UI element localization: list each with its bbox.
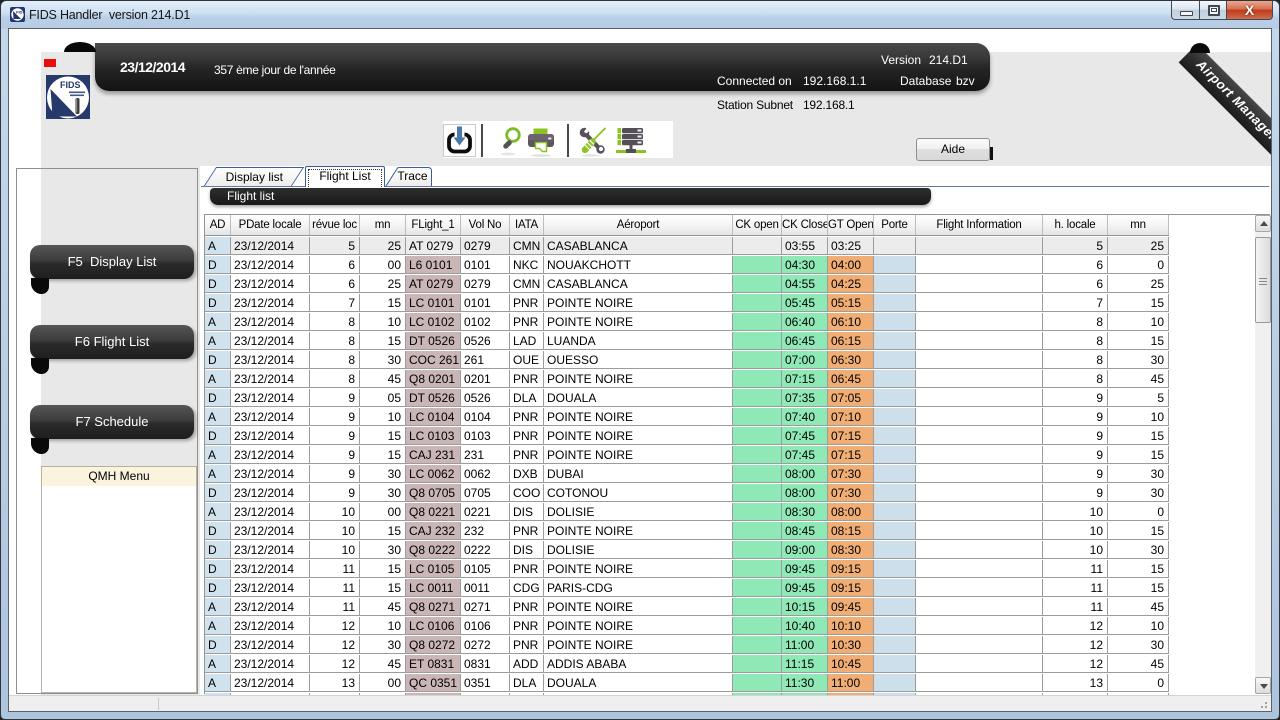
svg-text:FIDS: FIDS xyxy=(16,10,25,15)
svg-text:FIDS: FIDS xyxy=(60,80,81,90)
